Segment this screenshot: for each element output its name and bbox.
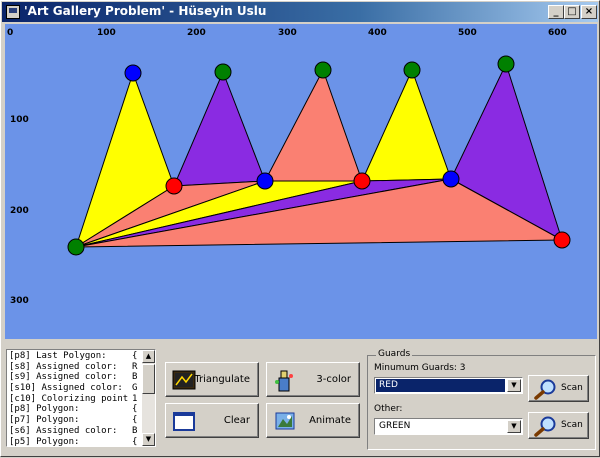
triangulate-label: Triangulate xyxy=(194,374,250,385)
log-line: [p5] Polygon: { xyxy=(9,436,141,447)
log-line-value: B xyxy=(132,372,138,383)
log-scrollbar[interactable]: ▲ ▼ xyxy=(142,350,155,446)
log-line-key: [p8] Polygon: xyxy=(9,404,80,415)
triangle-salmon-2 xyxy=(264,69,363,182)
log-line: [p8] Last Polygon: { xyxy=(9,351,141,362)
magnifier-icon xyxy=(534,379,556,400)
log-line-value: B xyxy=(132,425,138,436)
log-line-value: G xyxy=(132,383,138,394)
three-color-button[interactable]: 3-color xyxy=(266,362,360,397)
title-bar: 'Art Gallery Problem' - Hüseyin Uslu _ □… xyxy=(2,2,598,22)
y-tick-200: 200 xyxy=(10,206,29,216)
clear-icon xyxy=(173,412,195,431)
log-line-key: [s6] Assigned color: xyxy=(9,425,118,436)
vertex-green[interactable] xyxy=(497,55,515,73)
scan-label: Scan xyxy=(561,420,583,430)
log-line: [s8] Assigned color: R xyxy=(9,362,141,373)
vertex-blue[interactable] xyxy=(442,170,460,188)
vertex-green[interactable] xyxy=(67,238,85,256)
x-tick-0: 0 xyxy=(7,28,13,38)
vertex-red[interactable] xyxy=(353,172,371,190)
log-line: [p7] Polygon: { xyxy=(9,415,141,426)
app-icon xyxy=(6,5,20,19)
vertex-green[interactable] xyxy=(214,63,232,81)
vertex-green[interactable] xyxy=(403,61,421,79)
chevron-down-icon[interactable]: ▼ xyxy=(507,379,521,392)
x-tick-100: 100 xyxy=(97,28,116,38)
log-line: [s9] Assigned color: B xyxy=(9,372,141,383)
log-line-value: { xyxy=(132,436,138,447)
minimum-guards-label: Minumum Guards: 3 xyxy=(374,363,466,373)
animate-label: Animate xyxy=(309,415,351,426)
scan-label: Scan xyxy=(561,383,583,393)
y-tick-100: 100 xyxy=(10,115,29,125)
other-label: Other: xyxy=(374,404,403,414)
log-line-key: [p7] Polygon: xyxy=(9,415,80,426)
magnifier-icon xyxy=(534,416,556,437)
log-line-value: { xyxy=(132,351,138,361)
log-lines: [p8] Last Polygon: { [s8] Assigned color: R… xyxy=(9,351,141,447)
log-line-value: R xyxy=(132,361,138,372)
minimize-button[interactable]: _ xyxy=(548,5,564,19)
vertex-green[interactable] xyxy=(314,61,332,79)
log-line-value: 1 xyxy=(132,393,138,404)
x-tick-300: 300 xyxy=(278,28,297,38)
control-panel: [p8] Last Polygon: { [s8] Assigned color: R… xyxy=(1,341,600,458)
log-line: [p8] Polygon: { xyxy=(9,404,141,415)
x-tick-600: 600 xyxy=(548,28,567,38)
vertex-blue[interactable] xyxy=(256,172,274,190)
vertex-red[interactable] xyxy=(553,231,571,249)
guard-color-value: RED xyxy=(376,379,505,392)
triangle-yellow-3 xyxy=(361,69,452,182)
log-line: [s6] Assigned color: B xyxy=(9,426,141,437)
drawing-canvas[interactable]: 0 100 200 300 400 500 600 100 200 300 xyxy=(5,24,597,339)
polygon-drawing: 0 100 200 300 400 500 600 100 200 300 xyxy=(7,28,571,306)
log-line-value: { xyxy=(132,404,138,415)
log-line-key: [c10] Colorizing point xyxy=(9,393,129,404)
window-title: 'Art Gallery Problem' - Hüseyin Uslu xyxy=(24,4,267,18)
guards-legend: Guards xyxy=(376,349,413,359)
x-tick-400: 400 xyxy=(368,28,387,38)
log-line-key: [s8] Assigned color: xyxy=(9,361,118,372)
guard-color-select[interactable]: RED ▼ xyxy=(374,377,523,394)
app-window: 'Art Gallery Problem' - Hüseyin Uslu _ □… xyxy=(0,0,600,457)
vertex-red[interactable] xyxy=(165,177,183,195)
guards-group: Guards Minumum Guards: 3 RED ▼ Scan Othe… xyxy=(367,349,596,450)
log-line-value: { xyxy=(132,415,138,426)
log-line-key: [s10] Assigned color: xyxy=(9,383,123,394)
clear-label: Clear xyxy=(223,415,250,426)
log-line: [s10] Assigned color: G xyxy=(9,383,141,394)
log-line-key: [s9] Assigned color: xyxy=(9,372,118,383)
scan-button-other[interactable]: Scan xyxy=(528,412,589,439)
y-tick-300: 300 xyxy=(10,296,29,306)
maximize-button[interactable]: □ xyxy=(564,5,580,19)
log-line-key: [p8] Last Polygon: xyxy=(9,351,107,361)
scroll-up-button[interactable]: ▲ xyxy=(142,350,155,363)
other-color-select[interactable]: GREEN ▼ xyxy=(374,418,523,435)
log-line: [c10] Colorizing point 1 xyxy=(9,394,141,405)
scroll-down-button[interactable]: ▼ xyxy=(142,433,155,446)
animate-icon xyxy=(275,412,295,430)
clear-button[interactable]: Clear xyxy=(165,403,259,438)
close-button[interactable]: × xyxy=(581,5,597,19)
triangulate-icon xyxy=(172,370,196,390)
paint-icon xyxy=(275,370,293,392)
vertex-blue[interactable] xyxy=(124,64,142,82)
three-color-label: 3-color xyxy=(316,374,351,385)
x-tick-500: 500 xyxy=(458,28,477,38)
chevron-down-icon[interactable]: ▼ xyxy=(507,420,521,433)
log-line-key: [p5] Polygon: xyxy=(9,436,80,447)
animate-button[interactable]: Animate xyxy=(266,403,360,438)
event-log[interactable]: [p8] Last Polygon: { [s8] Assigned color: R… xyxy=(6,349,156,447)
x-tick-200: 200 xyxy=(187,28,206,38)
triangle-purple-1 xyxy=(173,71,266,187)
other-color-value: GREEN xyxy=(379,421,411,431)
scan-button-primary[interactable]: Scan xyxy=(528,375,589,402)
triangulate-button[interactable]: Triangulate xyxy=(165,362,259,397)
scroll-thumb[interactable] xyxy=(142,364,155,394)
